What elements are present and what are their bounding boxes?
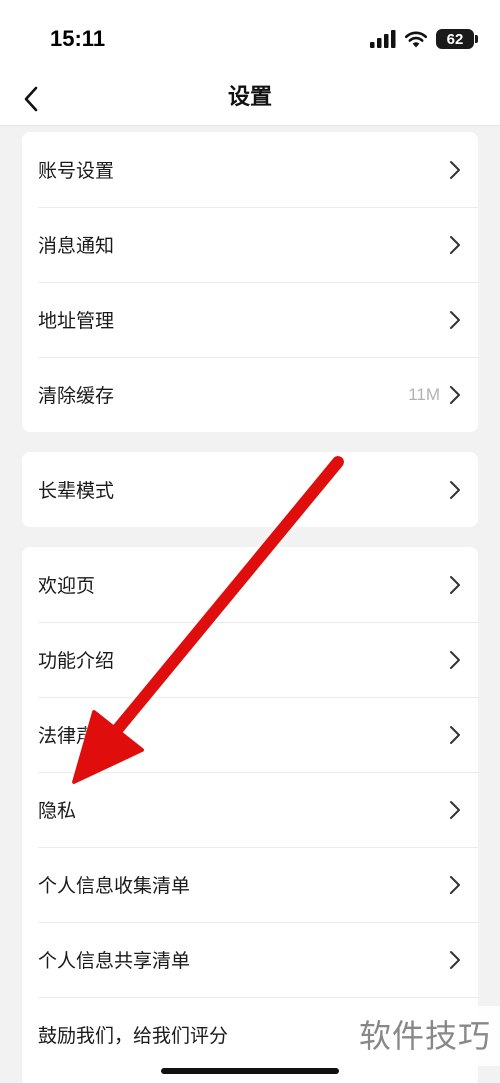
- address-management-item[interactable]: 地址管理: [22, 282, 478, 357]
- row-label: 长辈模式: [38, 480, 115, 502]
- watermark: 软件技巧: [350, 1006, 500, 1066]
- settings-group-account: 账号设置 消息通知 地址管理 清除缓存 11M: [22, 132, 478, 432]
- personal-info-collection-item[interactable]: 个人信息收集清单: [22, 847, 478, 922]
- account-settings-item[interactable]: 账号设置: [22, 132, 478, 207]
- legal-notice-item[interactable]: 法律声明: [22, 697, 478, 772]
- welcome-page-item[interactable]: 欢迎页: [22, 547, 478, 622]
- row-label: 欢迎页: [38, 575, 96, 597]
- cache-size-value: 11M: [408, 384, 440, 404]
- status-icons: 62: [370, 28, 478, 50]
- chevron-right-icon: [450, 310, 460, 329]
- row-label: 个人信息共享清单: [38, 950, 191, 972]
- chevron-right-icon: [450, 875, 460, 894]
- row-label: 地址管理: [38, 310, 115, 332]
- settings-group-about: 欢迎页 功能介绍 法律声明 隐私 个人信息收集清单 个人信息共享清单 鼓励我们，…: [22, 547, 478, 1083]
- chevron-right-icon: [450, 575, 460, 594]
- home-indicator: [161, 1068, 339, 1074]
- chevron-right-icon: [450, 725, 460, 744]
- cellular-signal-icon: [370, 30, 396, 48]
- privacy-item[interactable]: 隐私: [22, 772, 478, 847]
- row-label: 消息通知: [38, 235, 115, 257]
- chevron-right-icon: [450, 800, 460, 819]
- row-label: 账号设置: [38, 160, 115, 182]
- message-notification-item[interactable]: 消息通知: [22, 207, 478, 282]
- chevron-right-icon: [450, 160, 460, 179]
- row-label: 功能介绍: [38, 650, 115, 672]
- personal-info-sharing-item[interactable]: 个人信息共享清单: [22, 922, 478, 997]
- feature-intro-item[interactable]: 功能介绍: [22, 622, 478, 697]
- wifi-icon: [404, 31, 428, 48]
- battery-level: 62: [446, 30, 464, 48]
- row-label: 隐私: [38, 800, 77, 822]
- chevron-right-icon: [450, 650, 460, 669]
- row-label: 鼓励我们，给我们评分: [38, 1025, 229, 1047]
- clear-cache-item[interactable]: 清除缓存 11M: [22, 357, 478, 432]
- chevron-right-icon: [450, 480, 460, 499]
- page-title: 设置: [227, 85, 272, 110]
- status-bar: 15:11 62: [0, 0, 500, 80]
- chevron-right-icon: [450, 385, 460, 404]
- elder-mode-item[interactable]: 长辈模式: [22, 452, 478, 527]
- row-label: 清除缓存: [38, 385, 115, 407]
- chevron-right-icon: [450, 950, 460, 969]
- chevron-right-icon: [450, 235, 460, 254]
- nav-bar: 设置: [0, 80, 500, 126]
- battery-icon: 62: [436, 29, 478, 49]
- row-label: 法律声明: [38, 725, 115, 747]
- status-time: 15:11: [50, 26, 106, 51]
- settings-group-elder: 长辈模式: [22, 452, 478, 527]
- row-label: 个人信息收集清单: [38, 875, 191, 897]
